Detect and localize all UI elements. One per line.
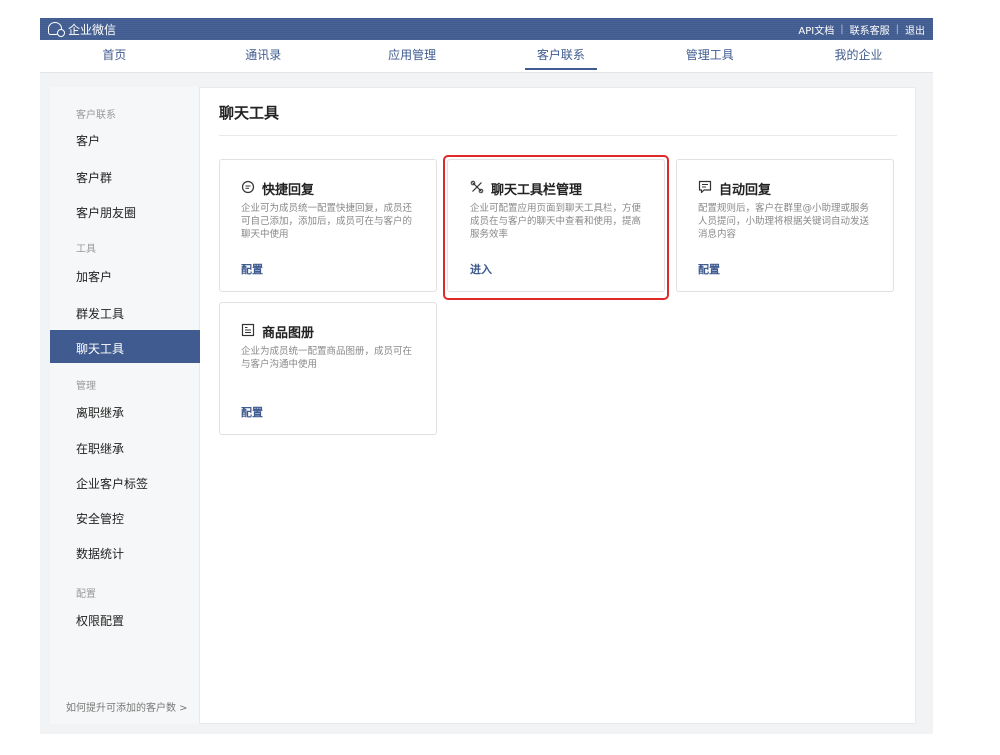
logout-link[interactable]: 退出 bbox=[905, 22, 925, 37]
desc-line: 企业可为成员统一配置快捷回复，成员还 bbox=[241, 203, 413, 214]
wework-logo-icon bbox=[48, 22, 65, 37]
contact-support-link[interactable]: 联系客服 bbox=[850, 22, 890, 37]
top-links: API文档 | 联系客服 | 退出 bbox=[798, 22, 925, 37]
page: 企业微信 API文档 | 联系客服 | 退出 首页 通讯录 应用管理 客户联系 … bbox=[0, 0, 1000, 755]
sidebar-item-permissions[interactable]: 权限配置 bbox=[76, 612, 124, 629]
sidebar-item-security[interactable]: 安全管控 bbox=[76, 510, 124, 527]
sidebar-group-config: 配置 bbox=[76, 589, 96, 600]
nav-contacts[interactable]: 通讯录 bbox=[189, 40, 338, 72]
sidebar-item-resign-transfer[interactable]: 离职继承 bbox=[76, 404, 124, 421]
sidebar-item-moments[interactable]: 客户朋友圈 bbox=[76, 204, 136, 221]
desc-line: 消息内容 bbox=[698, 229, 737, 240]
nav-management-tools[interactable]: 管理工具 bbox=[635, 40, 784, 72]
card-title: 快捷回复 bbox=[262, 183, 315, 198]
sidebar-item-customer[interactable]: 客户 bbox=[76, 132, 100, 149]
nav-my-enterprise[interactable]: 我的企业 bbox=[784, 40, 933, 72]
sidebar-item-chat-tools[interactable] bbox=[50, 330, 200, 363]
sidebar-help-link[interactable]: 如何提升可添加的客户数 > bbox=[66, 699, 188, 714]
catalog-icon bbox=[241, 323, 255, 337]
sidebar-item-customer-group[interactable]: 客户群 bbox=[76, 169, 112, 186]
auto-reply-config-link[interactable]: 配置 bbox=[698, 261, 720, 277]
separator: | bbox=[895, 23, 899, 35]
nav-home[interactable]: 首页 bbox=[40, 40, 189, 72]
api-docs-link[interactable]: API文档 bbox=[798, 22, 834, 37]
highlight-box bbox=[443, 155, 669, 300]
brand-name: 企业微信 bbox=[68, 22, 117, 37]
divider bbox=[219, 135, 897, 136]
desc-line: 聊天中使用 bbox=[241, 229, 289, 240]
message-reply-icon bbox=[698, 180, 712, 194]
desc-line: 与客户沟通中使用 bbox=[241, 359, 318, 370]
sidebar-item-chat-tools-label: 聊天工具 bbox=[76, 342, 125, 356]
brand[interactable]: 企业微信 bbox=[48, 21, 116, 38]
nav-customer-contact[interactable]: 客户联系 bbox=[486, 40, 635, 72]
card-description: 配置规则后，客户在群里@小助理或服务 人员提问，小助理将根据关键词自动发送 消息… bbox=[698, 202, 869, 241]
sidebar-item-customer-tags[interactable]: 企业客户标签 bbox=[76, 475, 148, 492]
card-title: 自动回复 bbox=[719, 183, 772, 198]
product-catalog-config-link[interactable]: 配置 bbox=[241, 404, 263, 420]
sidebar-item-mass-send[interactable]: 群发工具 bbox=[76, 305, 124, 322]
sidebar-item-add-customer[interactable]: 加客户 bbox=[76, 268, 112, 285]
sidebar-item-stats[interactable]: 数据统计 bbox=[76, 545, 124, 562]
chat-bubble-icon bbox=[241, 180, 255, 194]
sidebar-item-onjob-transfer[interactable]: 在职继承 bbox=[76, 440, 124, 457]
desc-line: 可自己添加，添加后，成员可在与客户的 bbox=[241, 216, 413, 227]
desc-line: 企业为成员统一配置商品图册，成员可在 bbox=[241, 346, 413, 357]
card-description: 企业为成员统一配置商品图册，成员可在 与客户沟通中使用 bbox=[241, 345, 412, 371]
sidebar-group-manage: 管理 bbox=[76, 381, 96, 392]
desc-line: 配置规则后，客户在群里@小助理或服务 bbox=[698, 203, 870, 214]
desc-line: 人员提问，小助理将根据关键词自动发送 bbox=[698, 216, 870, 227]
separator: | bbox=[840, 23, 844, 35]
top-bar: 企业微信 API文档 | 联系客服 | 退出 bbox=[40, 18, 933, 40]
card-description: 企业可为成员统一配置快捷回复，成员还 可自己添加，添加后，成员可在与客户的 聊天… bbox=[241, 202, 412, 241]
page-title: 聊天工具 bbox=[219, 104, 280, 122]
sidebar-group-tools: 工具 bbox=[76, 244, 96, 255]
main-nav: 首页 通讯录 应用管理 客户联系 管理工具 我的企业 bbox=[40, 40, 933, 73]
card-title: 商品图册 bbox=[262, 326, 315, 341]
sidebar-group-customer: 客户联系 bbox=[76, 110, 116, 121]
nav-apps[interactable]: 应用管理 bbox=[338, 40, 487, 72]
sidebar bbox=[50, 87, 200, 724]
quick-reply-config-link[interactable]: 配置 bbox=[241, 261, 263, 277]
